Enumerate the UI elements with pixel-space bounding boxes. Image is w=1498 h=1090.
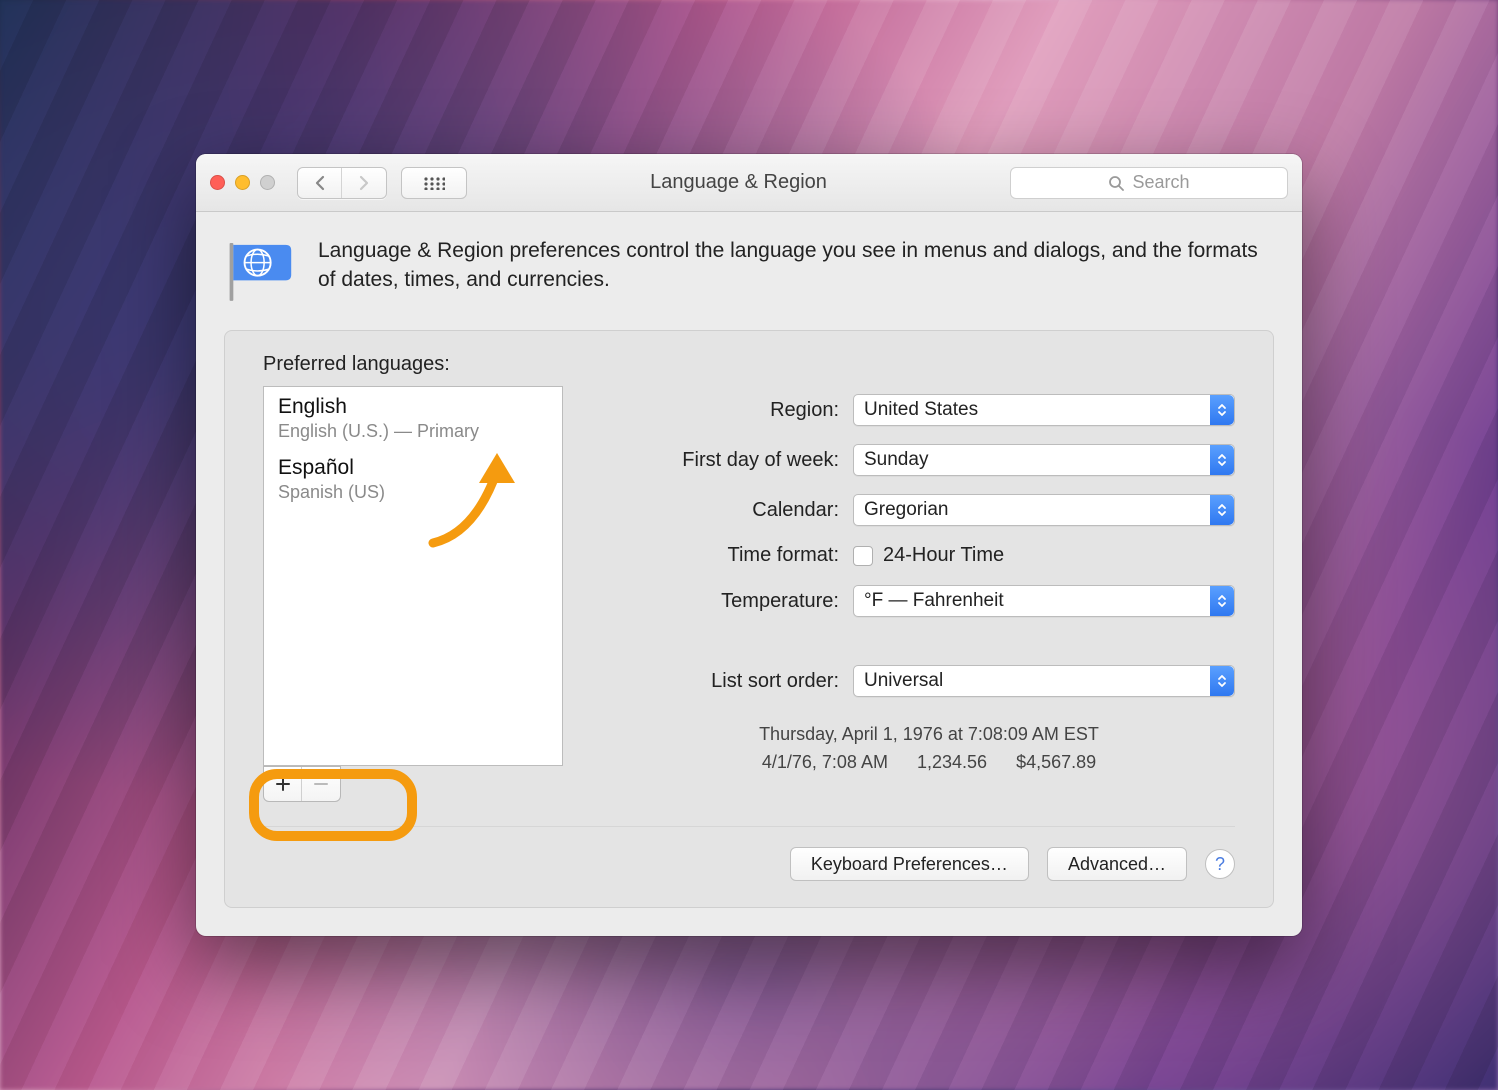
timeformat-checkbox[interactable] <box>853 546 873 566</box>
language-item[interactable]: English English (U.S.) — Primary <box>264 387 562 448</box>
window-body: Language & Region preferences control th… <box>196 212 1302 936</box>
updown-icon <box>1210 395 1234 425</box>
region-label: Region: <box>623 399 853 422</box>
chevron-right-icon <box>358 175 370 191</box>
format-examples: Thursday, April 1, 1976 at 7:08:09 AM ES… <box>623 721 1235 777</box>
firstday-popup[interactable]: Sunday <box>853 444 1235 476</box>
grid-icon <box>423 176 445 190</box>
listsort-value: Universal <box>864 670 943 692</box>
listsort-popup[interactable]: Universal <box>853 665 1235 697</box>
timeformat-label: Time format: <box>623 544 853 567</box>
search-icon <box>1108 175 1124 191</box>
example-line1: Thursday, April 1, 1976 at 7:08:09 AM ES… <box>623 721 1235 749</box>
keyboard-preferences-button[interactable]: Keyboard Preferences… <box>790 847 1029 881</box>
minus-icon <box>313 776 329 792</box>
temperature-popup[interactable]: °F — Fahrenheit <box>853 585 1235 617</box>
nav-back-forward <box>297 167 387 199</box>
chevron-left-icon <box>314 175 326 191</box>
timeformat-value: 24-Hour Time <box>883 544 1004 567</box>
example-number: 1,234.56 <box>917 752 987 772</box>
titlebar: Language & Region Search <box>196 154 1302 212</box>
updown-icon <box>1210 495 1234 525</box>
add-remove-segment <box>263 766 341 802</box>
add-language-button[interactable] <box>264 767 302 801</box>
minimize-button[interactable] <box>235 175 250 190</box>
window-title: Language & Region <box>481 171 996 194</box>
settings-panel: Preferred languages: English English (U.… <box>224 330 1274 908</box>
language-sub: Spanish (US) <box>278 482 548 503</box>
language-name: Español <box>278 456 548 480</box>
show-all-button[interactable] <box>401 167 467 199</box>
close-button[interactable] <box>210 175 225 190</box>
language-item[interactable]: Español Spanish (US) <box>264 448 562 509</box>
bottom-button-row: Keyboard Preferences… Advanced… ? <box>263 826 1235 881</box>
forward-button[interactable] <box>342 168 386 198</box>
firstday-value: Sunday <box>864 449 928 471</box>
calendar-popup[interactable]: Gregorian <box>853 494 1235 526</box>
preferences-window: Language & Region Search Language & Regi… <box>196 154 1302 936</box>
remove-language-button[interactable] <box>302 767 340 801</box>
settings-column: Region: United States First day of week:… <box>623 386 1235 802</box>
back-button[interactable] <box>298 168 342 198</box>
temperature-value: °F — Fahrenheit <box>864 590 1004 612</box>
language-name: English <box>278 395 548 419</box>
search-placeholder: Search <box>1132 172 1189 193</box>
updown-icon <box>1210 666 1234 696</box>
region-popup[interactable]: United States <box>853 394 1235 426</box>
zoom-button[interactable] <box>260 175 275 190</box>
temperature-label: Temperature: <box>623 590 853 613</box>
languages-list[interactable]: English English (U.S.) — Primary Español… <box>263 386 563 766</box>
languages-column: English English (U.S.) — Primary Español… <box>263 386 563 802</box>
globe-flag-icon <box>224 240 294 302</box>
firstday-label: First day of week: <box>623 449 853 472</box>
region-value: United States <box>864 399 978 421</box>
plus-icon <box>275 776 291 792</box>
advanced-button[interactable]: Advanced… <box>1047 847 1187 881</box>
calendar-value: Gregorian <box>864 499 949 521</box>
example-date: 4/1/76, 7:08 AM <box>762 752 888 772</box>
intro-text: Language & Region preferences control th… <box>318 236 1274 295</box>
help-button[interactable]: ? <box>1205 849 1235 879</box>
updown-icon <box>1210 445 1234 475</box>
language-sub: English (U.S.) — Primary <box>278 421 548 442</box>
updown-icon <box>1210 586 1234 616</box>
listsort-label: List sort order: <box>623 670 853 693</box>
example-currency: $4,567.89 <box>1016 752 1096 772</box>
search-field[interactable]: Search <box>1010 167 1288 199</box>
preferred-languages-label: Preferred languages: <box>263 353 1235 376</box>
calendar-label: Calendar: <box>623 499 853 522</box>
window-controls <box>210 175 275 190</box>
intro-row: Language & Region preferences control th… <box>224 236 1274 302</box>
